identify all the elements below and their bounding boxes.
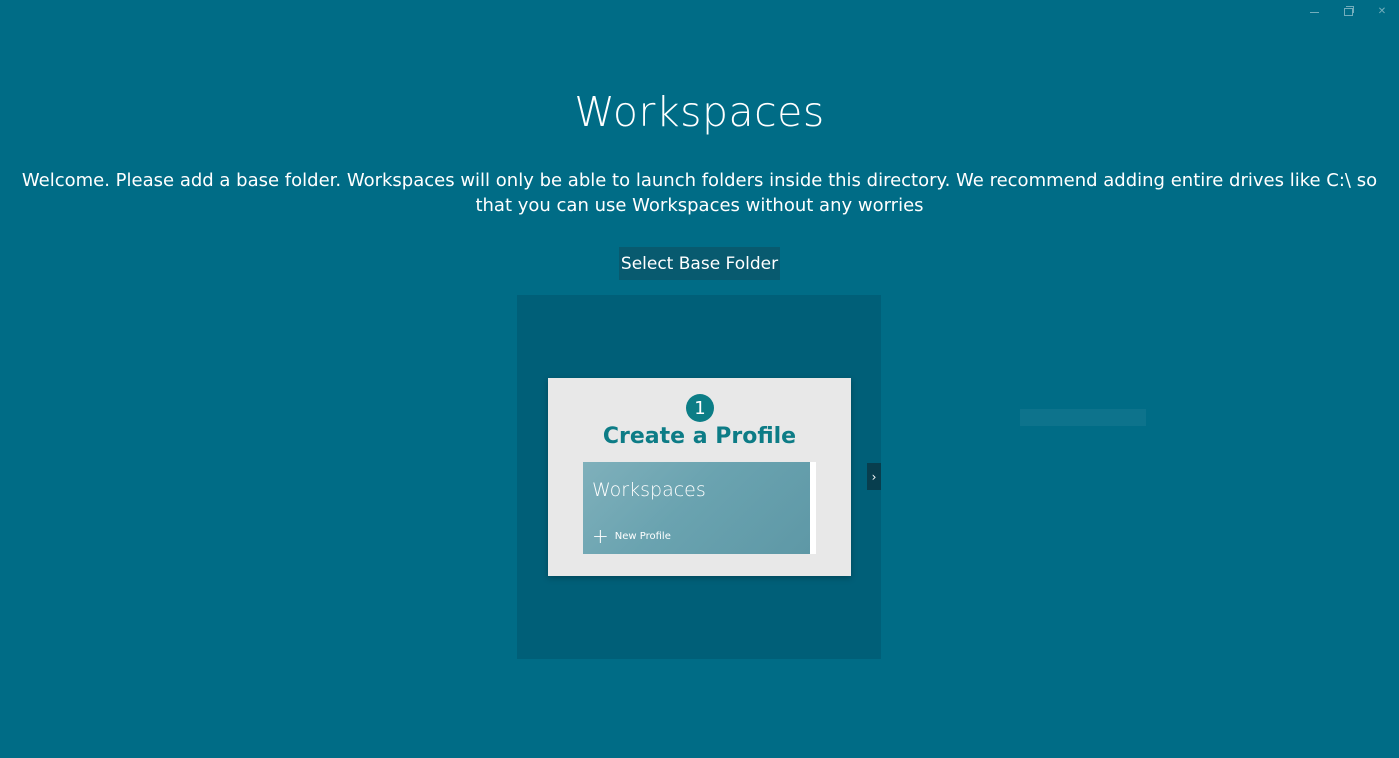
welcome-message: Welcome. Please add a base folder. Works…: [21, 170, 1378, 216]
plus-icon: +: [592, 524, 609, 548]
restore-icon: [1343, 6, 1354, 16]
window-controls: ✕: [1297, 0, 1399, 24]
minimize-icon: [1309, 11, 1319, 13]
profile-preview-image: Workspaces + New Profile: [583, 462, 816, 554]
faded-overlay: [1020, 409, 1146, 426]
page-title: Workspaces: [574, 88, 825, 136]
slide-heading: Create a Profile: [602, 424, 797, 449]
tutorial-flipview[interactable]: 1 Create a Profile Workspaces + New Prof…: [517, 295, 881, 659]
close-button[interactable]: ✕: [1365, 0, 1399, 24]
close-icon: ✕: [1377, 6, 1387, 17]
flipview-next-button[interactable]: ›: [867, 463, 881, 490]
minimize-button[interactable]: [1297, 0, 1331, 24]
preview-new-profile: + New Profile: [592, 524, 671, 548]
preview-app-title: Workspaces: [592, 479, 706, 501]
step-number-badge: 1: [686, 394, 714, 422]
chevron-right-icon: ›: [871, 469, 877, 484]
tutorial-slide: 1 Create a Profile Workspaces + New Prof…: [548, 378, 851, 576]
new-profile-label: New Profile: [614, 530, 671, 542]
select-base-folder-button[interactable]: Select Base Folder: [619, 247, 780, 280]
restore-button[interactable]: [1331, 0, 1365, 24]
